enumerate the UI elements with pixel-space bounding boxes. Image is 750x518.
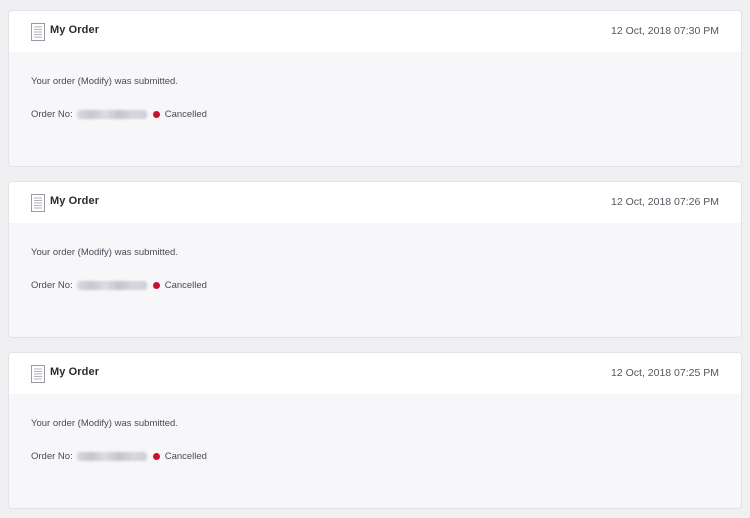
order-no-label: Order No: <box>31 451 73 462</box>
order-card[interactable]: My Order 12 Oct, 2018 07:26 PM Your orde… <box>8 181 742 338</box>
order-number-line: Order No: Cancelled <box>31 109 207 120</box>
order-card-header: My Order 12 Oct, 2018 07:26 PM <box>9 182 741 223</box>
order-timestamp: 12 Oct, 2018 07:30 PM <box>611 25 719 37</box>
document-icon <box>31 194 45 212</box>
order-no-label: Order No: <box>31 109 73 120</box>
order-no-label: Order No: <box>31 280 73 291</box>
status-dot-icon <box>152 111 160 118</box>
order-card-title: My Order <box>50 24 100 36</box>
status-dot-icon <box>152 453 160 460</box>
order-card[interactable]: My Order 12 Oct, 2018 07:30 PM Your orde… <box>8 10 742 167</box>
order-no-value-redacted <box>76 281 147 290</box>
order-no-value-redacted <box>76 110 147 119</box>
order-card-header: My Order 12 Oct, 2018 07:30 PM <box>9 11 741 52</box>
order-timestamp: 12 Oct, 2018 07:25 PM <box>611 367 719 379</box>
order-no-value-redacted <box>76 452 147 461</box>
order-card-header: My Order 12 Oct, 2018 07:25 PM <box>9 353 741 394</box>
order-message: Your order (Modify) was submitted. <box>31 247 178 258</box>
document-icon <box>31 23 45 41</box>
order-timestamp: 12 Oct, 2018 07:26 PM <box>611 196 719 208</box>
order-status: Cancelled <box>164 451 207 462</box>
status-dot-icon <box>152 282 160 289</box>
order-card-title: My Order <box>50 195 100 207</box>
order-number-line: Order No: Cancelled <box>31 280 207 291</box>
order-message: Your order (Modify) was submitted. <box>31 76 178 87</box>
order-status: Cancelled <box>164 109 207 120</box>
order-number-line: Order No: Cancelled <box>31 451 207 462</box>
order-card-title: My Order <box>50 366 100 378</box>
order-status: Cancelled <box>164 280 207 291</box>
order-message: Your order (Modify) was submitted. <box>31 418 178 429</box>
document-icon <box>31 365 45 383</box>
order-card[interactable]: My Order 12 Oct, 2018 07:25 PM Your orde… <box>8 352 742 509</box>
